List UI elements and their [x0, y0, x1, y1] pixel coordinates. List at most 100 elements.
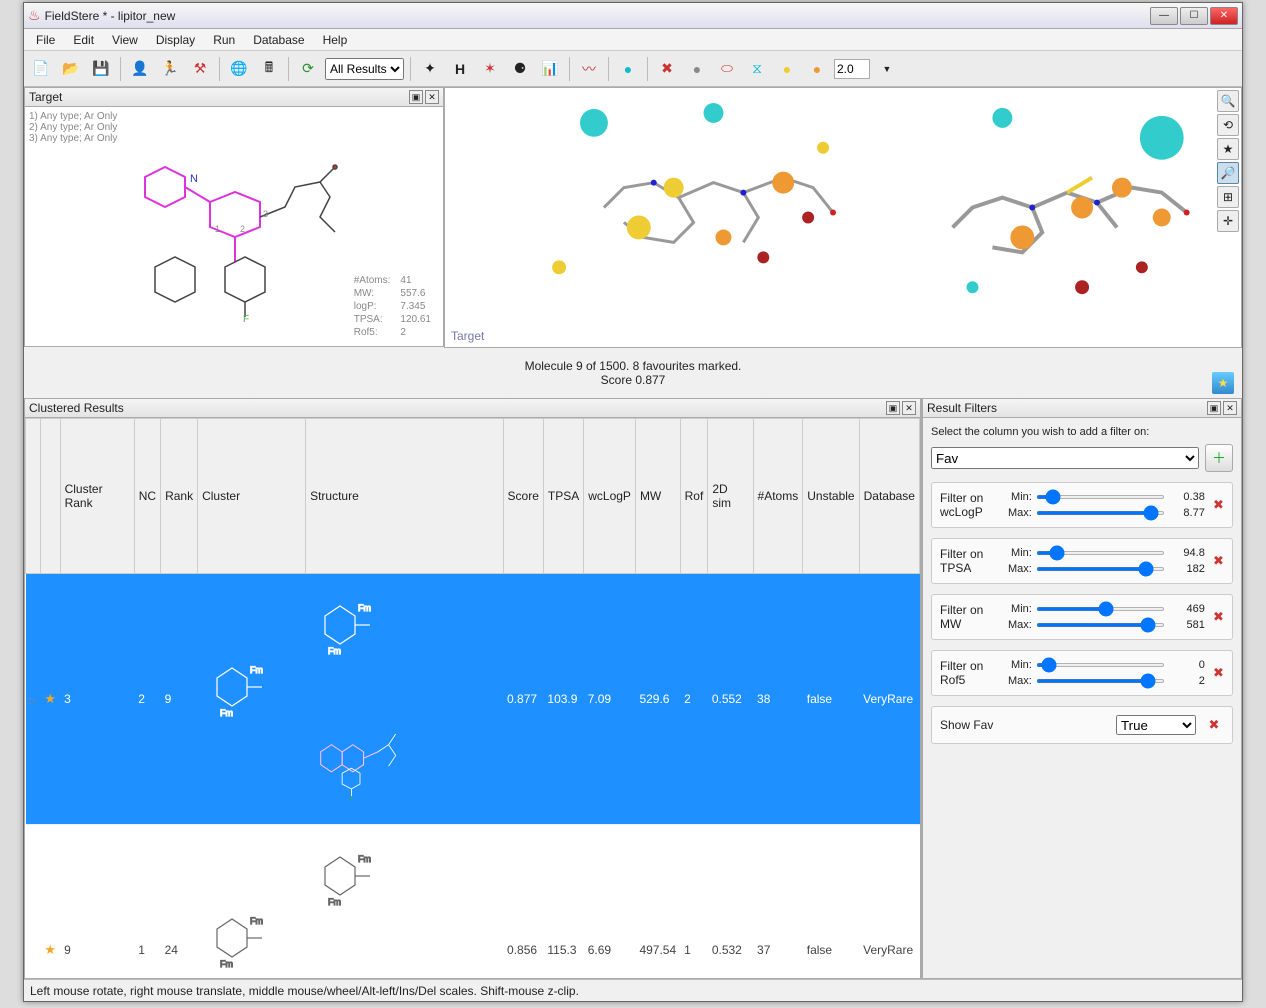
favourite-icon[interactable]: ★	[44, 942, 56, 957]
open-icon[interactable]: 📂	[58, 56, 84, 82]
filter-name: Filter on TPSA	[940, 547, 996, 575]
delete-filter-icon[interactable]: ✖	[1213, 663, 1224, 683]
sphere-yellow-icon[interactable]: ●	[774, 56, 800, 82]
magnify-tool-icon[interactable]: 🔎	[1217, 162, 1239, 184]
rotate-icon[interactable]: ⟲	[1217, 114, 1239, 136]
column-header[interactable]: TPSA	[543, 419, 583, 574]
star-red-icon[interactable]: ✶	[477, 56, 503, 82]
filter-max-slider[interactable]	[1036, 679, 1165, 683]
dumbbell-icon[interactable]: ⧖	[744, 56, 770, 82]
menu-help[interactable]: Help	[315, 31, 356, 49]
column-header[interactable]: Structure	[306, 419, 503, 574]
axis-icon[interactable]: ✦	[417, 56, 443, 82]
results-dropdown[interactable]: All Results	[325, 58, 404, 80]
column-header[interactable]	[26, 419, 41, 574]
column-header[interactable]: Unstable	[803, 419, 859, 574]
dock-icon[interactable]: ▣	[886, 401, 900, 415]
maximize-button[interactable]: ☐	[1180, 7, 1208, 25]
globe-icon[interactable]: 🌐	[226, 56, 252, 82]
menu-display[interactable]: Display	[148, 31, 203, 49]
delete-filter-icon[interactable]: ✖	[1204, 715, 1224, 735]
filter-min-slider[interactable]	[1036, 551, 1165, 555]
hydrogen-icon[interactable]: H	[447, 56, 473, 82]
run-add-icon[interactable]: 👤	[127, 56, 153, 82]
filter-min-slider[interactable]	[1036, 663, 1165, 667]
dock-icon[interactable]: ▣	[1207, 401, 1221, 415]
clustered-table-scroll[interactable]: Cluster RankNCRankClusterStructureScoreT…	[24, 418, 921, 979]
zoom-fit-icon[interactable]: 🔍	[1217, 90, 1239, 112]
spectrum-icon[interactable]: 📊	[537, 56, 563, 82]
column-header[interactable]: 2D sim	[708, 419, 753, 574]
close-panel-icon[interactable]: ✕	[902, 401, 916, 415]
sphere-gray-icon[interactable]: ●	[684, 56, 710, 82]
delete-filter-icon[interactable]: ✖	[1213, 607, 1224, 627]
title-bar[interactable]: ♨ FieldStere * - lipitor_new — ☐ ✕	[24, 3, 1242, 29]
column-header[interactable]: NC	[134, 419, 160, 574]
filter-min-slider[interactable]	[1036, 495, 1165, 499]
info-strip: Molecule 9 of 1500. 8 favourites marked.…	[24, 348, 1242, 398]
menu-view[interactable]: View	[104, 31, 146, 49]
value-input[interactable]	[834, 59, 870, 79]
column-header[interactable]: Rank	[161, 419, 198, 574]
add-filter-button[interactable]: ＋	[1205, 444, 1233, 472]
new-icon[interactable]: 📄	[28, 56, 54, 82]
favourite-icon[interactable]: ★	[44, 691, 56, 706]
wave-icon[interactable]: 〰	[576, 56, 602, 82]
filter-max-slider[interactable]	[1036, 567, 1165, 571]
star-tool-icon[interactable]: ★	[1217, 138, 1239, 160]
favourite-button[interactable]: ★	[1212, 372, 1234, 394]
window-title: FieldStere * - lipitor_new	[45, 9, 1150, 23]
column-header[interactable]: MW	[635, 419, 680, 574]
column-header[interactable]: #Atoms	[753, 419, 803, 574]
menu-run[interactable]: Run	[205, 31, 243, 49]
center-icon[interactable]: ✛	[1217, 210, 1239, 232]
minimize-button[interactable]: —	[1150, 7, 1178, 25]
target-panel-header[interactable]: Target ▣ ✕	[24, 87, 444, 107]
column-header[interactable]: Score	[503, 419, 543, 574]
3d-viewport[interactable]: Target 🔍 ⟲ ★ 🔎 ⊞ ✛	[444, 87, 1242, 348]
column-header[interactable]: wcLogP	[584, 419, 636, 574]
svg-text:Fm: Fm	[328, 897, 341, 907]
dropdown-arrow-icon[interactable]: ▼	[874, 56, 900, 82]
menu-database[interactable]: Database	[245, 31, 312, 49]
fav-filter-select[interactable]: True	[1116, 715, 1196, 735]
filters-panel-header[interactable]: Result Filters ▣ ✕	[922, 398, 1242, 418]
close-panel-icon[interactable]: ✕	[1223, 401, 1237, 415]
sphere-orange-icon[interactable]: ●	[804, 56, 830, 82]
menu-edit[interactable]: Edit	[65, 31, 102, 49]
cell: 529.6	[635, 574, 680, 825]
column-header[interactable]: Rof	[680, 419, 708, 574]
expand-icon[interactable]: ▷	[30, 695, 37, 705]
filter-column-select[interactable]: Fav	[931, 447, 1199, 469]
filter-min-slider[interactable]	[1036, 607, 1165, 611]
target-molecule-2d: N F 1 2 3	[65, 137, 365, 337]
filter-name: Filter on wcLogP	[940, 491, 996, 519]
column-header[interactable]	[40, 419, 60, 574]
clustered-panel-header[interactable]: Clustered Results ▣ ✕	[24, 398, 921, 418]
save-icon[interactable]: 💾	[88, 56, 114, 82]
dock-icon[interactable]: ▣	[409, 90, 423, 104]
column-header[interactable]: Cluster Rank	[60, 419, 134, 574]
filter-max-slider[interactable]	[1036, 623, 1165, 627]
run-tool-icon[interactable]: ⚒	[187, 56, 213, 82]
calculator-icon[interactable]: 🖩	[256, 56, 282, 82]
toolbar: 📄 📂 💾 👤 🏃 ⚒ 🌐 🖩 ⟳ All Results ✦ H ✶ ⚈ 📊 …	[24, 51, 1242, 87]
filter-max-slider[interactable]	[1036, 511, 1165, 515]
delete-filter-icon[interactable]: ✖	[1213, 551, 1224, 571]
refresh-icon[interactable]: ⟳	[295, 56, 321, 82]
close-button[interactable]: ✕	[1210, 7, 1238, 25]
close-panel-icon[interactable]: ✕	[425, 90, 439, 104]
column-header[interactable]: Database	[859, 419, 919, 574]
cross-red-icon[interactable]: ✖	[654, 56, 680, 82]
sphere-cyan-icon[interactable]: ●	[615, 56, 641, 82]
layout-icon[interactable]: ⊞	[1217, 186, 1239, 208]
column-header[interactable]: Cluster	[198, 419, 306, 574]
table-row[interactable]: ★9124FmFmFmFm F0.856115.36.69497.5410.53…	[26, 825, 920, 980]
table-row[interactable]: ▷★329FmFmFmFm F0.877103.97.09529.620.552…	[26, 574, 920, 825]
run-person-icon[interactable]: 🏃	[157, 56, 183, 82]
svg-text:3: 3	[263, 209, 268, 219]
menu-file[interactable]: File	[28, 31, 63, 49]
spheres-icon[interactable]: ⚈	[507, 56, 533, 82]
delete-filter-icon[interactable]: ✖	[1213, 495, 1224, 515]
oval-red-icon[interactable]: ⬭	[714, 56, 740, 82]
